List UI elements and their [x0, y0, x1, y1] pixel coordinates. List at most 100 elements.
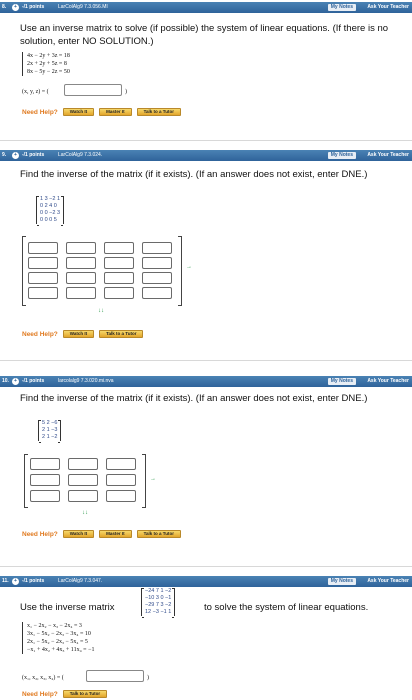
matrix: 1 3 −2 1 0 2 4 0 0 0 −2 3 0 0 0 5	[36, 196, 65, 226]
need-help-label: Need Help?	[22, 530, 58, 538]
points-icon: +	[12, 152, 19, 159]
answer-cell[interactable]	[66, 272, 96, 284]
problem-header: 9. + -/1 points LarColAlg9 7.3.024. My N…	[0, 150, 412, 161]
need-help-label: Need Help?	[22, 330, 58, 338]
matrix-row: 2 1 −3	[42, 427, 58, 433]
divider	[0, 360, 412, 361]
divider	[0, 566, 412, 567]
matrix-row: −24 7 1 −2	[145, 588, 172, 594]
answer-cell[interactable]	[28, 287, 58, 299]
answer-cell[interactable]	[104, 257, 134, 269]
matrix-row: 0 0 −2 3	[40, 210, 61, 216]
help-row: Need Help? Watch It Master It Talk to a …	[22, 108, 181, 116]
answer-cell[interactable]	[66, 257, 96, 269]
matrix-row: 0 2 4 0	[40, 203, 57, 209]
grid-right-bracket	[142, 454, 146, 508]
answer-cell[interactable]	[106, 490, 136, 502]
answer-cell[interactable]	[66, 287, 96, 299]
need-help-label: Need Help?	[22, 108, 58, 116]
answer-cell[interactable]	[68, 474, 98, 486]
watch-it-button[interactable]: Watch It	[62, 108, 95, 116]
add-row-icon[interactable]: ↓↓	[98, 308, 104, 314]
answer-cell[interactable]	[68, 458, 98, 470]
watch-it-button[interactable]: Watch It	[62, 330, 95, 338]
master-it-button[interactable]: Master It	[99, 108, 132, 116]
ask-teacher-button[interactable]: Ask Your Teacher	[367, 150, 409, 161]
question-text-left: Use the inverse matrix	[20, 602, 115, 613]
matrix: 5 2 −6 2 1 −3 2 1 −2	[38, 420, 62, 443]
problem-code: LarColAlg9 7.3.047.	[58, 578, 103, 584]
add-column-icon[interactable]: →	[186, 264, 192, 270]
master-it-button[interactable]: Master It	[99, 530, 132, 538]
equation: 8x − 5y − 2z = 50	[27, 69, 70, 75]
answer-cell[interactable]	[28, 272, 58, 284]
equation: 3x₁ − 5x₂ − 2x₃ − 3x₄ = 10	[27, 631, 91, 637]
answer-input[interactable]	[64, 84, 122, 96]
help-row: Need Help? Watch It Master It Talk to a …	[22, 530, 181, 538]
matrix: −24 7 1 −2 −10 3 0 −1 −29 7 3 −2 12 −3 −…	[141, 588, 176, 618]
problem-8: 8. + -/1 points LarColAlg9 7.3.056.MI My…	[0, 2, 412, 116]
problem-number: 8.	[2, 4, 7, 10]
points-icon: +	[12, 4, 19, 11]
equation: x₁ − 2x₂ − x₃ − 2x₄ = 3	[27, 623, 82, 629]
answer-cell[interactable]	[66, 242, 96, 254]
question-text-right: to solve the system of linear equations.	[204, 602, 369, 613]
answer-cell[interactable]	[28, 257, 58, 269]
answer-cell[interactable]	[104, 242, 134, 254]
ask-teacher-button[interactable]: Ask Your Teacher	[367, 2, 409, 13]
answer-cell[interactable]	[68, 490, 98, 502]
answer-close: )	[125, 89, 127, 95]
problem-code: LarColAlg9 7.3.056.MI	[58, 4, 108, 10]
problem-11: 11. + -/1 points LarColAlg9 7.3.047. My …	[0, 576, 412, 698]
talk-to-tutor-button[interactable]: Talk to a Tutor	[62, 690, 108, 698]
points-icon: +	[12, 378, 19, 385]
answer-cell[interactable]	[142, 257, 172, 269]
answer-input[interactable]	[86, 670, 144, 682]
answer-cell[interactable]	[30, 490, 60, 502]
my-notes-button[interactable]: My Notes	[327, 378, 356, 385]
problem-number: 9.	[2, 152, 7, 158]
my-notes-button[interactable]: My Notes	[327, 578, 356, 585]
equation-system: x₁ − 2x₂ − x₃ − 2x₄ = 3 3x₁ − 5x₂ − 2x₃ …	[22, 622, 94, 654]
grid-right-bracket	[178, 236, 182, 306]
my-notes-button[interactable]: My Notes	[327, 152, 356, 159]
help-row: Need Help? Watch It Talk to a Tutor	[22, 330, 144, 338]
answer-cell[interactable]	[104, 272, 134, 284]
ask-teacher-button[interactable]: Ask Your Teacher	[367, 376, 409, 387]
equation: 2x₁ − 5x₂ − 2x₃ − 5x₄ = 5	[27, 639, 88, 645]
talk-to-tutor-button[interactable]: Talk to a Tutor	[136, 108, 181, 116]
talk-to-tutor-button[interactable]: Talk to a Tutor	[136, 530, 181, 538]
problem-code: LarColAlg9 7.3.024.	[58, 152, 103, 158]
answer-cell[interactable]	[28, 242, 58, 254]
answer-cell[interactable]	[142, 272, 172, 284]
ask-teacher-button[interactable]: Ask Your Teacher	[367, 576, 409, 587]
watch-it-button[interactable]: Watch It	[62, 530, 95, 538]
add-row-icon[interactable]: ↓↓	[82, 510, 88, 516]
answer-cell[interactable]	[142, 287, 172, 299]
answer-close: )	[147, 675, 149, 681]
equation-system: 4x − 2y + 3z = 18 2x + 2y + 5z = 8 8x − …	[22, 52, 70, 76]
equation: 2x + 2y + 5z = 8	[27, 61, 67, 67]
answer-cell[interactable]	[30, 458, 60, 470]
add-column-icon[interactable]: →	[150, 476, 156, 482]
equation: 4x − 2y + 3z = 18	[27, 53, 70, 59]
need-help-label: Need Help?	[22, 690, 58, 698]
grid-left-bracket	[24, 454, 28, 508]
problem-10: 10. + -/1 points larcolalg9 7.3.020.mi.n…	[0, 376, 412, 538]
divider	[0, 140, 412, 141]
answer-cell[interactable]	[104, 287, 134, 299]
question-text: Use an inverse matrix to solve (if possi…	[20, 23, 389, 47]
matrix-row: 1 3 −2 1	[40, 196, 61, 202]
my-notes-button[interactable]: My Notes	[327, 4, 356, 11]
talk-to-tutor-button[interactable]: Talk to a Tutor	[99, 330, 144, 338]
answer-cell[interactable]	[106, 474, 136, 486]
equation: −x₁ + 4x₂ + 4x₃ + 11x₄ = −1	[27, 647, 95, 653]
points-label: -/1 points	[22, 378, 45, 384]
grid-left-bracket	[22, 236, 26, 306]
problem-9: 9. + -/1 points LarColAlg9 7.3.024. My N…	[0, 150, 412, 338]
problem-code: larcolalg9 7.3.020.mi.nva	[58, 378, 114, 384]
matrix-row: 12 −3 −1 1	[145, 609, 172, 615]
answer-cell[interactable]	[142, 242, 172, 254]
answer-cell[interactable]	[106, 458, 136, 470]
answer-cell[interactable]	[30, 474, 60, 486]
